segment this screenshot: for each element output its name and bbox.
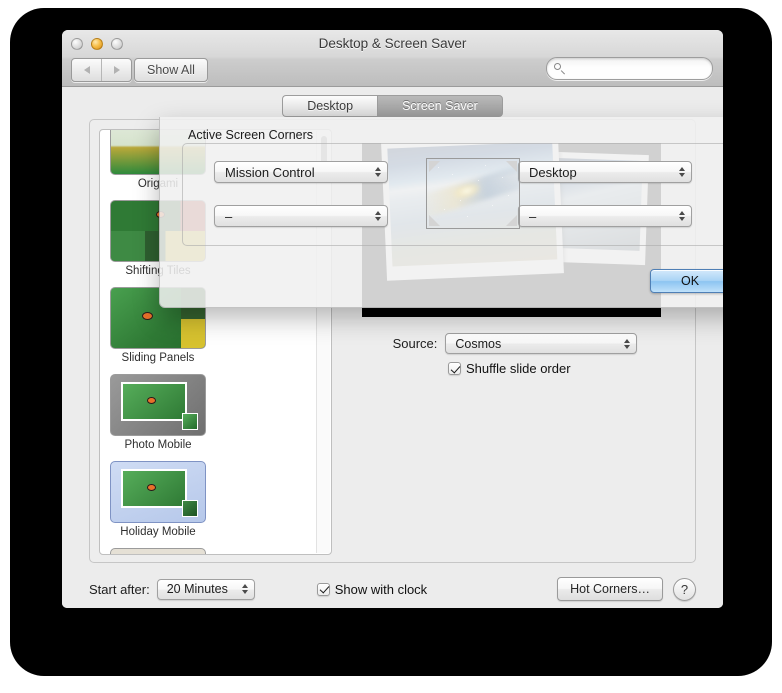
chevron-updown-icon xyxy=(375,167,381,177)
forward-button[interactable] xyxy=(101,59,131,81)
source-row: Source: Cosmos xyxy=(343,333,687,354)
help-label: ? xyxy=(680,581,689,597)
corner-marker-bottom-left-icon xyxy=(429,215,440,226)
show-clock-label: Show with clock xyxy=(334,581,428,597)
bottom-left-corner-popup[interactable]: – xyxy=(214,205,388,227)
bottom-left-corner-value: – xyxy=(225,208,233,224)
show-clock-checkbox[interactable] xyxy=(316,582,330,596)
hot-corners-sheet: Active Screen Corners Mission Control – xyxy=(159,117,723,308)
tab-bar: Desktop Screen Saver xyxy=(62,95,723,117)
screen-saver-thumbnail[interactable] xyxy=(110,461,206,523)
chevron-updown-icon xyxy=(241,584,248,594)
chevron-updown-icon xyxy=(679,211,685,221)
system-preferences-window: Desktop & Screen Saver Show All Desktop … xyxy=(62,30,723,608)
toolbar: Show All xyxy=(62,56,723,86)
shuffle-label: Shuffle slide order xyxy=(466,361,571,376)
top-left-corner-popup[interactable]: Mission Control xyxy=(214,161,388,183)
tab-desktop-label: Desktop xyxy=(307,99,354,113)
tab-screen-saver[interactable]: Screen Saver xyxy=(377,95,503,117)
start-after-popup-button[interactable]: 20 Minutes xyxy=(156,578,255,600)
help-button[interactable]: ? xyxy=(673,577,696,601)
corner-marker-top-right-icon xyxy=(506,161,517,172)
navigation-segmented-control[interactable] xyxy=(71,58,132,82)
bottom-bar: Start after: 20 Minutes Show with clock … xyxy=(89,574,696,604)
hot-corners-label: Hot Corners… xyxy=(570,582,650,596)
top-right-corner-value: Desktop xyxy=(529,164,577,180)
screen-saver-thumbnail[interactable] xyxy=(110,548,206,554)
list-item[interactable]: Photo Wall xyxy=(110,548,206,554)
screen-saver-thumbnail[interactable] xyxy=(110,374,206,436)
ok-label: OK xyxy=(680,274,700,288)
source-popup-button[interactable]: Cosmos xyxy=(445,333,638,354)
tab-desktop[interactable]: Desktop xyxy=(282,95,378,117)
start-after-label: Start after: xyxy=(89,581,150,597)
sheet-title: Active Screen Corners xyxy=(188,128,314,142)
source-label: Source: xyxy=(392,336,438,351)
search-input[interactable] xyxy=(569,61,699,76)
corner-grid: Mission Control – Desktop – xyxy=(182,143,723,246)
source-popup-value: Cosmos xyxy=(455,336,502,351)
desktop-wallpaper-preview xyxy=(426,158,520,229)
shuffle-checkbox[interactable] xyxy=(448,362,461,375)
top-left-corner-value: Mission Control xyxy=(225,164,315,180)
ok-button[interactable]: OK xyxy=(650,269,723,293)
chevron-updown-icon xyxy=(624,338,631,349)
search-field[interactable] xyxy=(546,57,713,80)
list-item[interactable]: Holiday Mobile xyxy=(110,461,206,538)
bottom-right-corner-popup[interactable]: – xyxy=(518,205,692,227)
back-arrow-icon xyxy=(83,66,90,74)
screen-saver-name: Holiday Mobile xyxy=(120,526,196,538)
chevron-updown-icon xyxy=(679,167,685,177)
hot-corners-button[interactable]: Hot Corners… xyxy=(557,577,663,601)
corner-marker-bottom-right-icon xyxy=(506,215,517,226)
tab-screen-saver-label: Screen Saver xyxy=(402,99,478,113)
show-all-label: Show All xyxy=(147,63,195,77)
list-item[interactable]: Photo Mobile xyxy=(110,374,206,451)
corner-marker-top-left-icon xyxy=(429,161,440,172)
forward-arrow-icon xyxy=(113,66,120,74)
chevron-updown-icon xyxy=(375,211,381,221)
screen-saver-name: Photo Mobile xyxy=(124,439,192,451)
show-all-button[interactable]: Show All xyxy=(134,58,208,82)
window-title: Desktop & Screen Saver xyxy=(318,36,467,51)
top-right-corner-popup[interactable]: Desktop xyxy=(518,161,692,183)
search-icon xyxy=(554,63,565,75)
bottom-right-corner-value: – xyxy=(529,208,537,224)
back-button[interactable] xyxy=(72,59,101,81)
screen-saver-name: Sliding Panels xyxy=(121,352,195,364)
screenshot-root: Desktop & Screen Saver Show All Desktop … xyxy=(0,0,782,693)
window-titlebar: Desktop & Screen Saver Show All xyxy=(62,30,723,87)
shuffle-row[interactable]: Shuffle slide order xyxy=(448,361,571,376)
start-after-value: 20 Minutes xyxy=(166,582,228,596)
